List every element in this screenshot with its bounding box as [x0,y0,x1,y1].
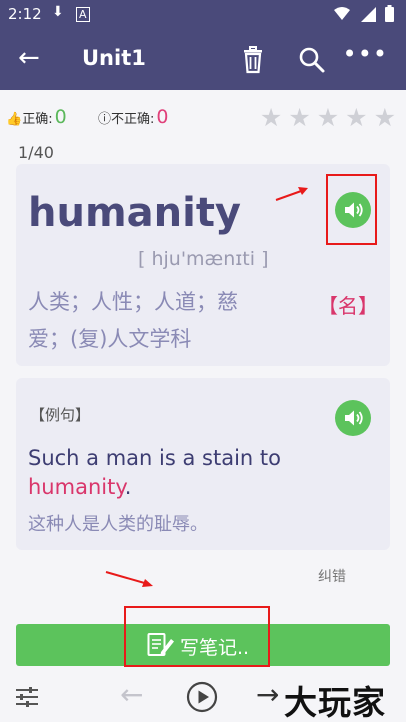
correct-stat: 👍正确: 0 [6,106,67,128]
example-sentence: Such a man is a stain to humanity. [28,444,368,502]
star-icon[interactable]: ★ [345,103,373,132]
annotation-highlight-box [326,174,377,245]
thumbs-up-icon: 👍 [6,112,23,127]
annotation-arrow-icon [105,571,153,587]
previous-arrow-icon[interactable]: ← [120,678,143,711]
star-icon[interactable]: ★ [260,103,288,132]
app-bar: ← Unit1 ••• [0,30,406,90]
incorrect-stat: ⓘ不正确: 0 [98,106,169,128]
example-sentence-end: . [124,475,132,499]
word-definition: 人类；人性；人道；慈 爱；(复)人文学科 [28,284,278,358]
word-headword: humanity [28,190,242,236]
definition-line: 爱；(复)人文学科 [28,327,192,351]
back-arrow-icon[interactable]: ← [18,43,40,73]
example-speaker-button[interactable] [335,400,371,436]
alert-icon: ⓘ [98,112,112,127]
definition-line: 人类；人性；人道；慈 [28,290,238,314]
page-title: Unit1 [82,46,146,70]
next-arrow-icon[interactable]: → [256,678,279,711]
trash-icon[interactable] [237,44,269,76]
search-icon[interactable] [296,44,328,76]
settings-sliders-icon[interactable] [14,684,40,710]
incorrect-count: 0 [156,106,169,128]
word-phonetic: [ hju'mænɪti ] [138,248,269,270]
annotation-arrow-icon [275,187,308,201]
speaker-icon [345,410,363,426]
wifi-icon [334,7,350,20]
download-icon: ⬇ [52,4,64,20]
status-time: 2:12 [8,5,42,23]
progress-counter: 1/40 [18,143,54,162]
star-icon[interactable]: ★ [374,103,402,132]
rating-stars[interactable]: ★★★★★ [260,103,402,132]
correct-label: 正确: [22,112,53,127]
signal-icon [361,7,376,22]
example-sentence-text: Such a man is a stain to [28,446,281,470]
battery-icon [385,5,394,22]
example-label: 【例句】 [30,406,91,424]
watermark-logo: 大玩家 [284,683,386,722]
app-notification-icon: A [76,7,90,22]
part-of-speech: 【名】 [318,294,378,318]
incorrect-label: 不正确: [111,112,155,127]
example-highlight-word: humanity [28,475,125,499]
report-error-link[interactable]: 纠错 [318,566,346,586]
example-card: 【例句】 Such a man is a stain to humanity. … [16,378,390,550]
star-icon[interactable]: ★ [288,103,316,132]
star-icon[interactable]: ★ [317,103,345,132]
status-bar: 2:12 ⬇ A [0,0,406,30]
play-icon[interactable] [186,681,218,713]
annotation-highlight-box [124,606,270,667]
more-options-icon[interactable]: ••• [343,40,388,68]
stats-row: 👍正确: 0 ⓘ不正确: 0 ★★★★★ [0,100,406,134]
example-translation: 这种人是人类的耻辱。 [28,514,208,535]
correct-count: 0 [54,106,67,128]
